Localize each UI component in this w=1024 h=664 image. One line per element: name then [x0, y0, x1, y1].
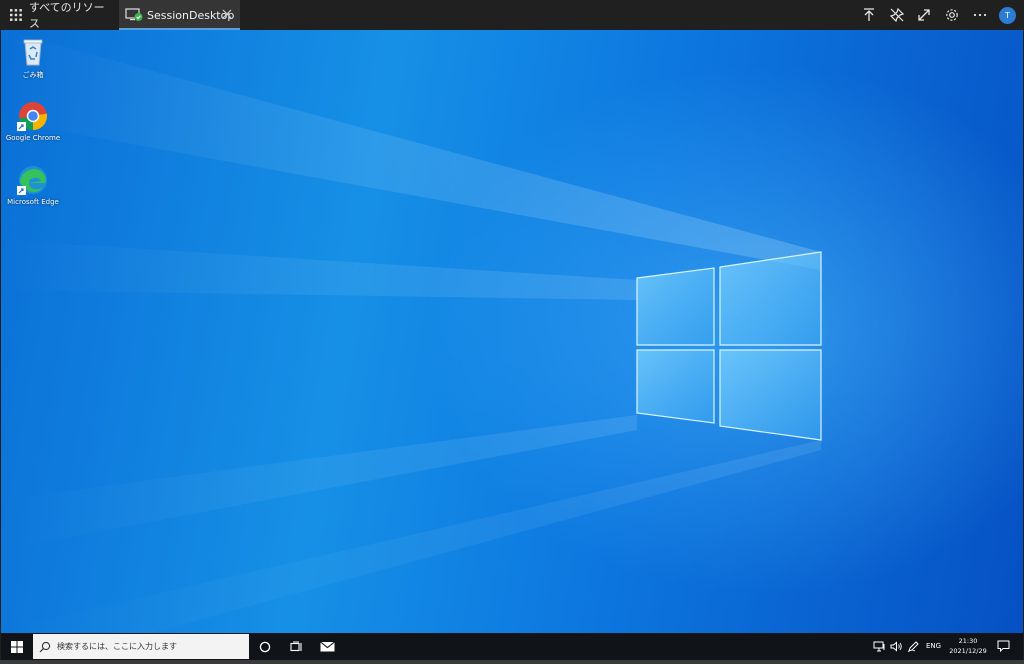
- volume-icon[interactable]: [890, 641, 903, 652]
- windows-start-icon: [10, 640, 23, 653]
- avatar[interactable]: T: [999, 7, 1016, 24]
- recycle-bin-icon: [23, 39, 43, 66]
- taskbar-clock[interactable]: 21:30 2021/12/29: [945, 636, 991, 656]
- pen-icon[interactable]: [907, 641, 920, 652]
- language-indicator[interactable]: ENG: [926, 642, 941, 650]
- task-view-button[interactable]: [281, 633, 311, 660]
- clock-date: 2021/12/29: [949, 647, 987, 655]
- mail-icon: [319, 641, 335, 652]
- chrome-icon: [17, 102, 48, 131]
- all-resources-label: すべてのリソース: [28, 1, 105, 30]
- unpin-icon[interactable]: [889, 7, 905, 23]
- search-icon: [39, 641, 51, 652]
- task-view-icon: [289, 640, 302, 651]
- close-icon[interactable]: [222, 9, 232, 19]
- desktop-connected-icon: [125, 8, 143, 21]
- mail-button[interactable]: [312, 633, 342, 660]
- window-bottom-edge: [0, 660, 1024, 664]
- remote-desktop[interactable]: ごみ箱 Google Chrome Microsoft Edge: [1, 30, 1023, 633]
- grid-icon: [10, 9, 22, 21]
- taskbar-search-input[interactable]: 検索するには、ここに入力します: [33, 634, 249, 659]
- clock-time: 21:30: [958, 637, 978, 645]
- network-icon[interactable]: [873, 641, 886, 652]
- all-resources-button[interactable]: すべてのリソース: [0, 0, 114, 30]
- expand-icon[interactable]: [916, 7, 932, 23]
- more-icon[interactable]: [972, 7, 988, 23]
- upload-icon[interactable]: [861, 7, 877, 23]
- wallpaper: [1, 30, 822, 633]
- cortana-button[interactable]: [250, 633, 280, 660]
- recycle-bin-shortcut[interactable]: ごみ箱: [1, 36, 65, 80]
- start-button[interactable]: [1, 633, 32, 660]
- search-placeholder: 検索するには、ここに入力します: [57, 642, 177, 651]
- chrome-label: Google Chrome: [5, 134, 61, 142]
- microsoft-edge-shortcut[interactable]: Microsoft Edge: [1, 164, 65, 206]
- taskbar: 検索するには、ここに入力します ENG 21:30 2021/12/29: [1, 633, 1023, 660]
- recycle-bin-label: ごみ箱: [22, 71, 44, 79]
- client-toolbar: すべてのリソース SessionDesktop T: [0, 0, 1024, 30]
- tab-session-desktop[interactable]: SessionDesktop: [119, 0, 240, 30]
- edge-label: Microsoft Edge: [7, 198, 59, 206]
- google-chrome-shortcut[interactable]: Google Chrome: [1, 100, 65, 142]
- notification-icon[interactable]: [997, 640, 1010, 652]
- cortana-icon: [259, 641, 271, 652]
- edge-icon: [17, 166, 47, 195]
- gear-icon[interactable]: [944, 7, 960, 23]
